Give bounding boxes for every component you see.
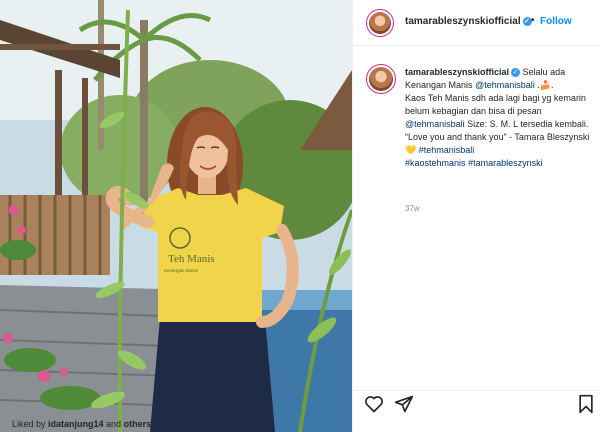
heart-icon — [365, 396, 383, 413]
verified-icon: ✓ — [511, 68, 521, 77]
caption-section: tamarableszynskiofficial ✓ Selalu ada Ken… — [353, 46, 600, 390]
caption-username[interactable]: tamarableszynskiofficial — [405, 67, 509, 77]
caption-line-3: “Love you and thank you” - Tamara Bleszy… — [405, 131, 591, 157]
caption-mention-link[interactable]: @tehmanisbali — [475, 80, 535, 90]
likes-summary: Liked by idatanjung14 and others — [12, 419, 151, 429]
post-time[interactable]: 37w — [405, 204, 420, 213]
caption-line-1: tamarableszynskiofficial ✓ Selalu ada Ken… — [405, 66, 591, 92]
caption-text: tamarableszynskiofficial ✓ Selalu ada Ken… — [405, 66, 591, 170]
post-photo[interactable]: Teh Manis Kenangan Manis — [0, 0, 352, 432]
header-separator-dot: • — [531, 15, 535, 26]
action-bar — [353, 390, 600, 432]
shirt-print-text: Teh Manis — [168, 253, 215, 265]
caption-text-2-end: Size: S. M. L tersedia kembali. — [464, 119, 589, 129]
hashtag-link[interactable]: #kaostehmanis — [405, 158, 466, 168]
follow-button[interactable]: Follow — [540, 16, 572, 27]
caption-text-2: Kaos Teh Manis sdh ada lagi bagi yg kema… — [405, 93, 586, 116]
instagram-post-modal: Teh Manis Kenangan Manis tamarableszynsk… — [0, 0, 600, 432]
liked-others-link[interactable]: others — [124, 419, 152, 429]
hashtag-link[interactable]: #tamarableszynski — [468, 158, 543, 168]
liked-user-link[interactable]: idatanjung14 — [48, 419, 104, 429]
post-side-panel: tamarableszynskiofficial ✓ • Follow tamar… — [352, 0, 600, 432]
share-button[interactable] — [394, 394, 414, 414]
bookmark-icon — [579, 394, 593, 414]
header-username[interactable]: tamarableszynskiofficial — [405, 16, 521, 27]
heart-emoji: 💛 — [405, 145, 417, 155]
caption-avatar[interactable] — [366, 64, 396, 94]
hashtag-link[interactable]: #tehmanisbali — [419, 145, 475, 155]
share-icon — [394, 395, 414, 413]
post-header: tamarableszynskiofficial ✓ • Follow — [353, 0, 600, 46]
header-username-link[interactable]: tamarableszynskiofficial ✓ — [405, 16, 532, 27]
liked-prefix: Liked by — [12, 419, 49, 429]
header-avatar[interactable] — [366, 9, 394, 37]
caption-line-2: Kaos Teh Manis sdh ada lagi bagi yg kema… — [405, 92, 591, 131]
caption-text-3: “Love you and thank you” - Tamara Bleszy… — [405, 132, 590, 142]
caption-mention-link[interactable]: @tehmanisbali — [405, 119, 465, 129]
liked-mid: and — [103, 419, 124, 429]
caption-line-4: #kaostehmanis #tamarableszynski — [405, 157, 591, 170]
caption-text-1-end: .🍰. — [534, 80, 554, 90]
save-button[interactable] — [577, 394, 595, 414]
like-button[interactable] — [364, 394, 384, 414]
shirt-print-subtext: Kenangan Manis — [164, 268, 199, 273]
post-photo-illustration: Teh Manis Kenangan Manis — [0, 0, 352, 432]
